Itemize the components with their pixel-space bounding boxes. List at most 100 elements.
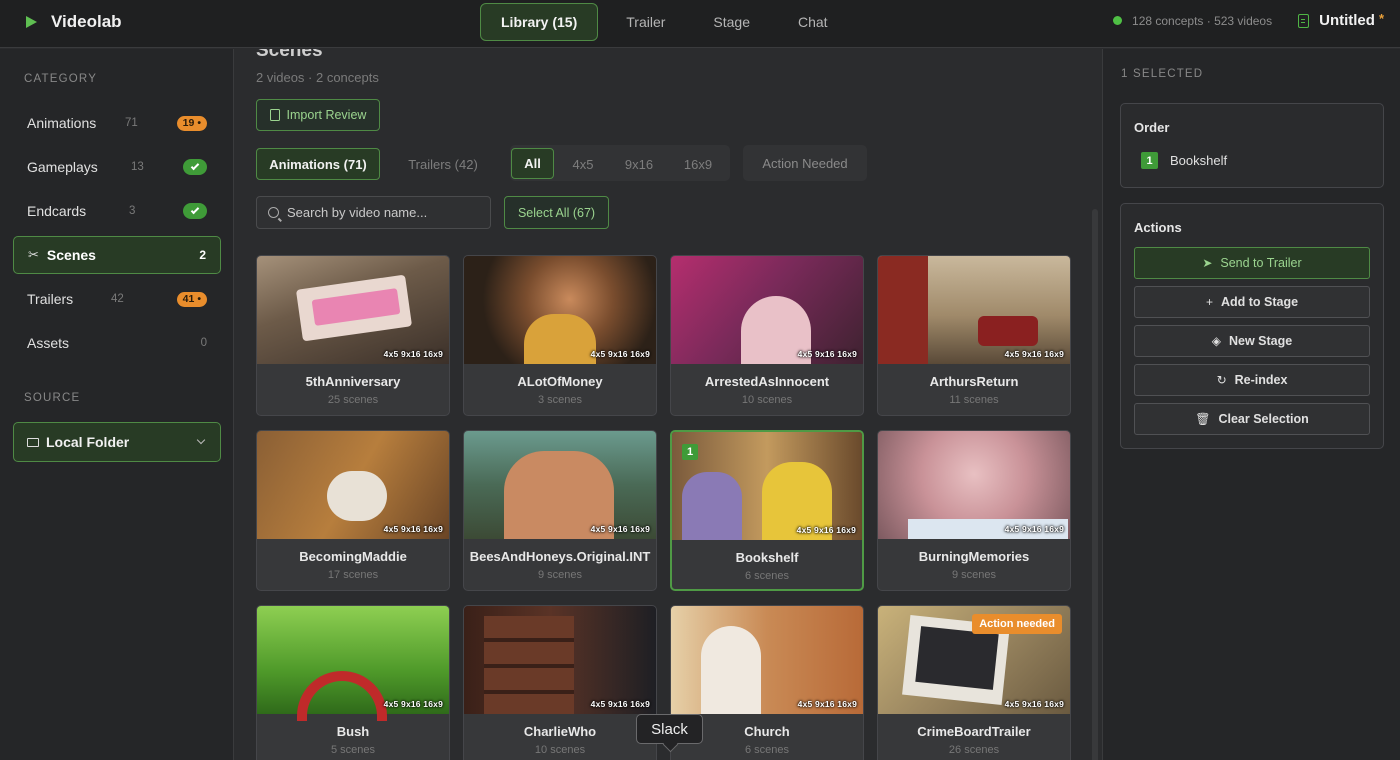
import-review-button[interactable]: Import Review (256, 99, 380, 131)
search-input[interactable]: Search by video name... (256, 196, 491, 229)
button-label: New Stage (1229, 334, 1293, 348)
selected-count: 1 SELECTED (1121, 68, 1204, 80)
aspect-ratios: 4x5 9x16 16x9 (797, 349, 857, 359)
aspect-ratios: 4x5 9x16 16x9 (383, 349, 443, 359)
video-thumbnail (464, 606, 656, 714)
project-name[interactable]: Untitled (1319, 12, 1375, 29)
actions-box: Actions ➤ Send to Trailer + Add to Stage… (1120, 203, 1384, 449)
aspect-4x5[interactable]: 4x5 (563, 148, 603, 180)
video-card-selected[interactable]: 1 4x5 9x16 16x9 Bookshelf 6 scenes (670, 430, 864, 591)
video-card[interactable]: 4x5 9x16 16x9 BecomingMaddie 17 scenes (256, 430, 450, 591)
actions-title: Actions (1134, 220, 1182, 235)
category-label: CATEGORY (24, 73, 98, 85)
item-count: 71 (125, 117, 138, 129)
button-label: Import Review (286, 108, 367, 122)
layers-icon: ◈ (1211, 334, 1221, 348)
aspect-ratios: 4x5 9x16 16x9 (590, 524, 650, 534)
source-select[interactable]: Local Folder (13, 422, 221, 462)
video-card[interactable]: 4x5 9x16 16x9 ALotOfMoney 3 scenes (463, 255, 657, 416)
tab-stage[interactable]: Stage (693, 3, 770, 41)
sidebar-item-animations[interactable]: Animations 71 19 • (13, 104, 221, 142)
card-title: BurningMemories (918, 549, 1030, 564)
main-content: Scenes 2 videos · 2 concepts Import Revi… (235, 49, 1101, 760)
trash-icon: 🗑 (1195, 412, 1211, 426)
sidebar-item-gameplays[interactable]: Gameplays 13 (13, 148, 221, 186)
app-logo[interactable]: Videolab (26, 12, 122, 32)
tab-trailer[interactable]: Trailer (606, 3, 685, 41)
video-thumbnail (671, 606, 863, 714)
warning-icon: • (197, 117, 201, 129)
video-thumbnail (878, 431, 1070, 539)
sidebar: CATEGORY Animations 71 19 • Gameplays 13 … (0, 49, 234, 760)
video-thumbnail (464, 431, 656, 539)
button-label: Add to Stage (1220, 295, 1299, 309)
card-scene-count: 17 scenes (327, 569, 379, 581)
card-scene-count: 5 scenes (330, 744, 376, 756)
video-thumbnail (671, 256, 863, 364)
source-value: Local Folder (46, 434, 130, 450)
sidebar-item-scenes[interactable]: ✂ Scenes 2 (13, 236, 221, 274)
card-scene-count: 3 scenes (537, 394, 583, 406)
card-title: CrimeBoardTrailer (917, 724, 1031, 739)
tab-trailers[interactable]: Trailers (42) (393, 148, 493, 180)
clipboard-icon (269, 109, 280, 121)
video-card[interactable]: Action needed 4x5 9x16 16x9 CrimeBoardTr… (877, 605, 1071, 760)
aspect-all[interactable]: All (511, 148, 554, 179)
document-icon (1298, 13, 1310, 28)
card-scene-count: 25 scenes (327, 394, 379, 406)
new-stage-button[interactable]: ◈ New Stage (1134, 325, 1370, 357)
status-area: 128 concepts · 523 videos Untitled * (1113, 11, 1384, 29)
aspect-ratios: 4x5 9x16 16x9 (590, 349, 650, 359)
plus-icon: + (1205, 295, 1213, 309)
add-to-stage-button[interactable]: + Add to Stage (1134, 286, 1370, 318)
aspect-9x16[interactable]: 9x16 (617, 148, 661, 180)
order-box: Order 1 Bookshelf (1120, 103, 1384, 188)
tab-animations[interactable]: Animations (71) (256, 148, 380, 180)
aspect-ratios: 4x5 9x16 16x9 (1004, 524, 1064, 534)
order-item-name: Bookshelf (1170, 153, 1228, 168)
card-scene-count: 10 scenes (741, 394, 793, 406)
video-card[interactable]: 4x5 9x16 16x9 BeesAndHoneys.Original.INT… (463, 430, 657, 591)
main-nav: Library (15) Trailer Stage Chat (480, 3, 856, 41)
card-scene-count: 6 scenes (744, 744, 790, 756)
send-to-trailer-button[interactable]: ➤ Send to Trailer (1134, 247, 1370, 279)
order-number: 1 (1141, 152, 1158, 169)
tab-library[interactable]: Library (15) (480, 3, 599, 41)
sidebar-item-trailers[interactable]: Trailers 42 41 • (13, 280, 221, 318)
order-item[interactable]: 1 Bookshelf (1141, 152, 1227, 169)
reindex-button[interactable]: ↻ Re-index (1134, 364, 1370, 396)
video-card[interactable]: 4x5 9x16 16x9 5thAnniversary 25 scenes (256, 255, 450, 416)
clear-selection-button[interactable]: 🗑 Clear Selection (1134, 403, 1370, 435)
button-label: Re-index (1234, 373, 1288, 387)
select-all-button[interactable]: Select All (67) (504, 196, 609, 229)
action-needed-filter[interactable]: Action Needed (743, 145, 867, 181)
card-scene-count: 9 scenes (537, 569, 583, 581)
video-card[interactable]: 4x5 9x16 16x9 ArthursReturn 11 scenes (877, 255, 1071, 416)
video-card[interactable]: 4x5 9x16 16x9 CharlieWho 10 scenes (463, 605, 657, 760)
aspect-ratios: 4x5 9x16 16x9 (796, 525, 856, 535)
video-card[interactable]: 4x5 9x16 16x9 Bush 5 scenes (256, 605, 450, 760)
source-label: SOURCE (24, 392, 81, 404)
video-thumbnail (878, 256, 1070, 364)
card-scene-count: 11 scenes (949, 394, 999, 406)
card-title: ArrestedAsInnocent (704, 374, 830, 389)
video-thumbnail (257, 431, 449, 539)
video-card[interactable]: 4x5 9x16 16x9 ArrestedAsInnocent 10 scen… (670, 255, 864, 416)
warning-icon: • (197, 293, 201, 305)
item-count: 42 (111, 293, 124, 305)
send-icon: ➤ (1202, 256, 1213, 270)
video-card[interactable]: 4x5 9x16 16x9 BurningMemories 9 scenes (877, 430, 1071, 591)
tooltip: Slack (636, 714, 703, 744)
sidebar-item-assets[interactable]: Assets 0 (13, 324, 221, 362)
scrollbar[interactable] (1092, 209, 1098, 760)
sidebar-item-endcards[interactable]: Endcards 3 (13, 192, 221, 230)
play-icon (26, 16, 37, 28)
folder-icon (27, 437, 39, 447)
selection-panel: 1 SELECTED Order 1 Bookshelf Actions ➤ S… (1102, 49, 1400, 760)
check-icon (183, 203, 207, 219)
aspect-ratios: 4x5 9x16 16x9 (797, 699, 857, 709)
tab-chat[interactable]: Chat (778, 3, 848, 41)
item-count: 3 (129, 205, 136, 217)
aspect-16x9[interactable]: 16x9 (676, 148, 720, 180)
sidebar-item-label: Scenes (46, 247, 96, 263)
